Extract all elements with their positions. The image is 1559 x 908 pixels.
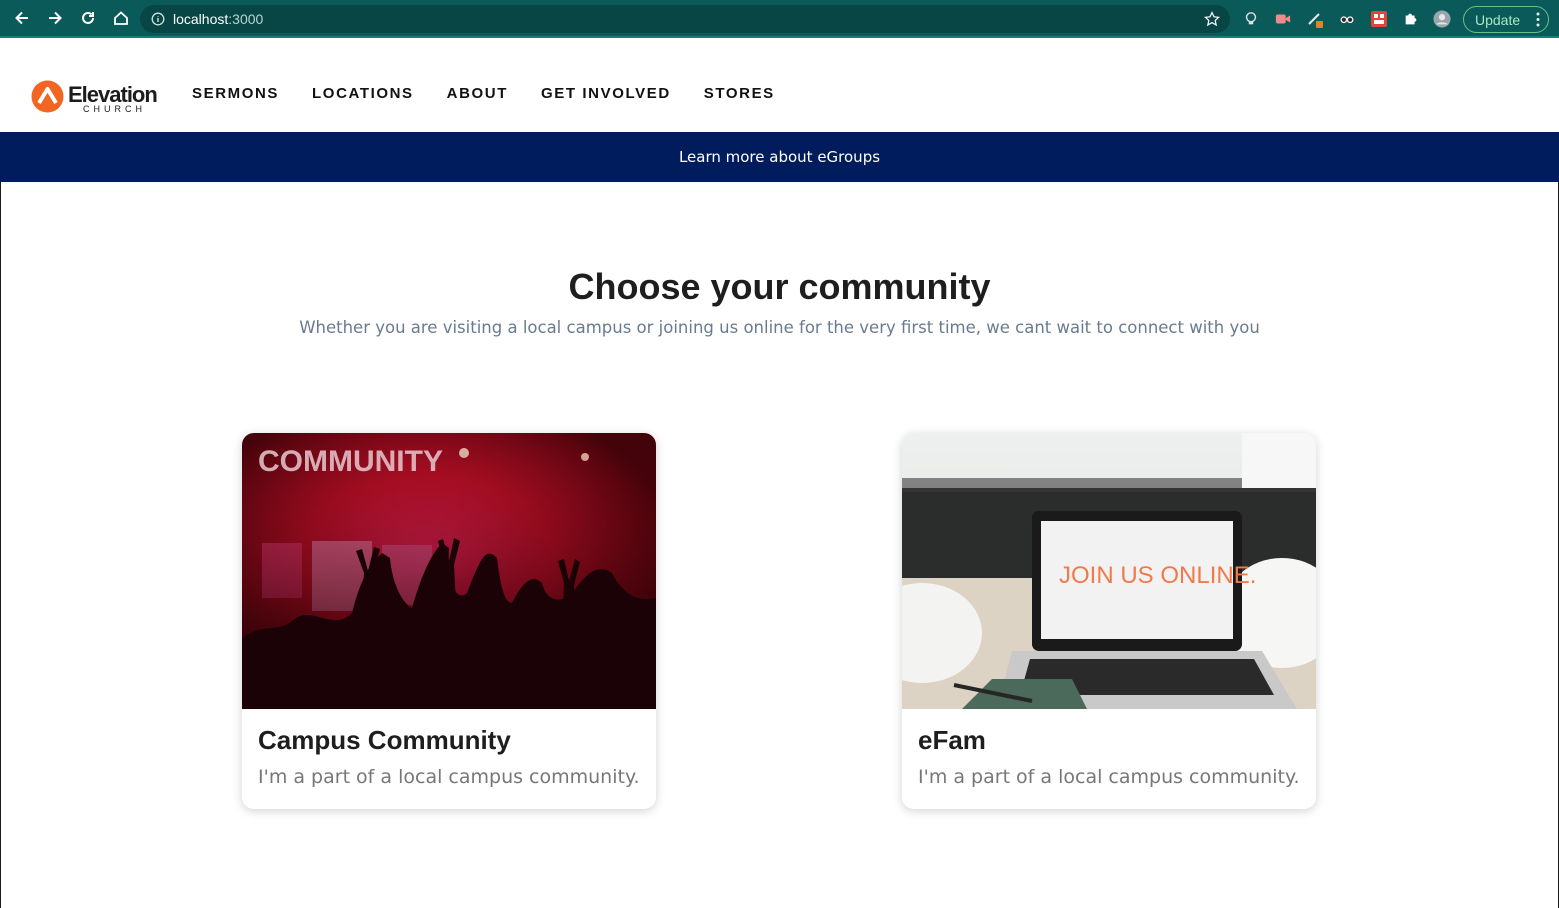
lightbulb-extension-icon[interactable] xyxy=(1242,10,1260,28)
image-overlay-text: JOIN US ONLINE. xyxy=(1059,562,1256,589)
elevation-logo[interactable]: Elevation CHURCH xyxy=(31,80,163,116)
efam-card[interactable]: JOIN US ONLINE. eFam I'm a part of a loc… xyxy=(902,433,1316,809)
info-icon[interactable] xyxy=(151,12,165,26)
puzzle-extensions-icon[interactable] xyxy=(1402,10,1420,28)
arrow-right-icon xyxy=(49,11,62,25)
pen-extension-icon[interactable] xyxy=(1306,10,1324,28)
grid-extension-icon[interactable] xyxy=(1370,10,1388,28)
main-navigation: SERMONS LOCATIONS ABOUT GET INVOLVED STO… xyxy=(192,85,808,103)
nav-get-involved[interactable]: GET INVOLVED xyxy=(541,85,671,103)
video-extension-icon[interactable] xyxy=(1274,10,1292,28)
more-menu-icon[interactable] xyxy=(1536,12,1540,27)
campus-community-card[interactable]: COMMUNITY Campus Community I'm a part of… xyxy=(242,433,656,809)
laptop-join-online-image: JOIN US ONLINE. xyxy=(902,433,1316,709)
image-overlay-text: COMMUNITY xyxy=(258,445,443,478)
page-subtitle: Whether you are visiting a local campus … xyxy=(299,318,1260,337)
logo-subtitle: CHURCH xyxy=(83,104,146,114)
profile-avatar-icon[interactable] xyxy=(1433,10,1451,28)
arrow-left-icon xyxy=(15,11,28,25)
card-description: I'm a part of a local campus community. xyxy=(258,766,640,788)
card-title: eFam xyxy=(918,725,986,755)
reload-icon xyxy=(82,11,94,24)
bookmark-star-icon[interactable] xyxy=(1204,11,1220,27)
back-button[interactable] xyxy=(6,3,38,33)
url-port: :3000 xyxy=(228,11,264,27)
forward-button[interactable] xyxy=(39,3,71,33)
page-title: Choose your community xyxy=(568,266,991,307)
nav-locations[interactable]: LOCATIONS xyxy=(312,85,414,103)
address-bar[interactable]: localhost:3000 xyxy=(140,5,1230,33)
browser-toolbar: localhost:3000 Update xyxy=(0,0,1559,38)
url-host: localhost xyxy=(173,11,229,27)
egroups-banner: Learn more about eGroups xyxy=(0,132,1559,182)
site-header: Elevation CHURCH SERMONS LOCATIONS ABOUT… xyxy=(0,40,1559,132)
card-title: Campus Community xyxy=(258,725,511,755)
glasses-extension-icon[interactable] xyxy=(1338,10,1356,28)
card-description: I'm a part of a local campus community. xyxy=(918,766,1300,788)
reload-button[interactable] xyxy=(72,3,104,33)
egroups-banner-link[interactable]: Learn more about eGroups xyxy=(679,148,880,166)
nav-about[interactable]: ABOUT xyxy=(447,85,508,103)
elevation-logo-mark-icon xyxy=(31,80,64,113)
nav-sermons[interactable]: SERMONS xyxy=(192,85,279,103)
update-button[interactable]: Update xyxy=(1463,6,1549,33)
home-icon xyxy=(114,11,128,25)
concert-crowd-image: COMMUNITY xyxy=(242,433,656,709)
home-button[interactable] xyxy=(105,3,137,33)
url-text: localhost:3000 xyxy=(173,11,263,27)
update-label: Update xyxy=(1475,11,1521,28)
nav-stores[interactable]: STORES xyxy=(704,85,775,103)
